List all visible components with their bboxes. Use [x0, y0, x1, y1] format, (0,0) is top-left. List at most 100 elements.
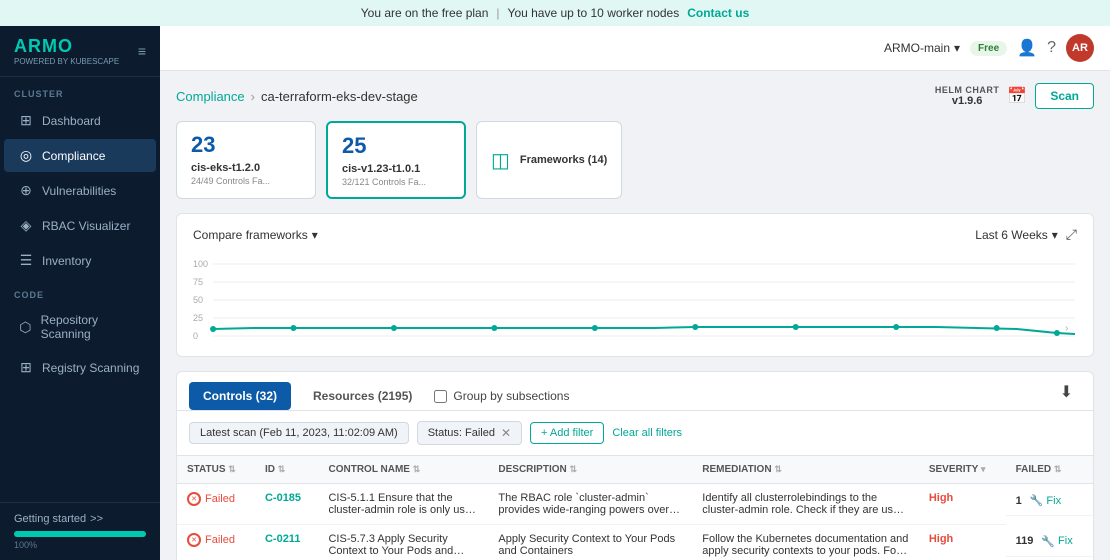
control-name-text: CIS-5.7.3 Apply Security Context to Your…: [328, 533, 478, 557]
content-area: ARMO-main ▾ Free 👤 ? AR Compliance › ca-…: [160, 26, 1110, 560]
sidebar-item-registry-scanning[interactable]: ⊞ Registry Scanning: [4, 351, 156, 384]
scan-area: HELM CHART v1.9.6 📅 Scan: [935, 83, 1094, 109]
tab-controls[interactable]: Controls (32): [189, 382, 291, 410]
sidebar-item-vulnerabilities[interactable]: ⊕ Vulnerabilities: [4, 174, 156, 207]
status-text: Failed: [205, 534, 235, 546]
registry-icon: ⊞: [18, 359, 34, 376]
inventory-icon: ☰: [18, 252, 34, 269]
status-text: Failed: [205, 493, 235, 505]
fw-card-cis-v123[interactable]: 25 cis-v1.23-t1.0.1 32/121 Controls Fa..…: [326, 121, 466, 199]
period-chevron: ▾: [1052, 228, 1058, 242]
top-header: ARMO-main ▾ Free 👤 ? AR: [160, 26, 1110, 71]
sidebar-item-repo-scanning[interactable]: ⬡ Repository Scanning: [4, 305, 156, 349]
severity-badge: High: [929, 492, 953, 504]
sidebar-item-dashboard[interactable]: ⊞ Dashboard: [4, 104, 156, 137]
fix-button[interactable]: 🔧 Fix: [1030, 494, 1061, 507]
table-row: Failed C-0185 CIS-5.1.1 Ensure that the …: [177, 484, 1093, 525]
cluster-selector[interactable]: ARMO-main ▾: [884, 41, 960, 55]
controls-section: Controls (32) Resources (2195) Group by …: [176, 371, 1094, 560]
filter-chip-remove[interactable]: ✕: [501, 426, 511, 440]
page-content: Compliance › ca-terraform-eks-dev-stage …: [160, 71, 1110, 560]
fw-card-cis-eks[interactable]: 23 cis-eks-t1.2.0 24/49 Controls Fa...: [176, 121, 316, 199]
framework-cards: 23 cis-eks-t1.2.0 24/49 Controls Fa... 2…: [176, 121, 1094, 199]
expand-chart-icon[interactable]: ⤢: [1066, 226, 1077, 243]
fw-card-title: cis-eks-t1.2.0: [191, 162, 301, 174]
free-badge: Free: [970, 41, 1007, 56]
group-by-checkbox[interactable]: Group by subsections: [434, 389, 569, 403]
failed-count: 119: [1016, 535, 1034, 547]
svg-text:50: 50: [193, 295, 203, 305]
severity-badge: High: [929, 533, 953, 545]
col-severity: SEVERITY ▾: [919, 456, 1006, 484]
group-by-input[interactable]: [434, 390, 447, 403]
filter-chip-latest-scan: Latest scan (Feb 11, 2023, 11:02:09 AM): [189, 422, 409, 444]
sidebar-item-rbac[interactable]: ◈ RBAC Visualizer: [4, 209, 156, 242]
cell-description: The RBAC role `cluster-admin` provides w…: [488, 484, 692, 525]
compliance-chart: 0 25 50 75 100: [193, 251, 1077, 341]
col-description: DESCRIPTION ⇅: [488, 456, 692, 484]
controls-table: STATUS ⇅ ID ⇅ CONTROL NAME ⇅ DESCRIPTION…: [177, 456, 1093, 560]
sidebar-item-compliance[interactable]: ◎ Compliance: [4, 139, 156, 172]
breadcrumb: Compliance › ca-terraform-eks-dev-stage: [176, 89, 418, 104]
progress-bar-container: [14, 531, 146, 537]
svg-text:75: 75: [193, 277, 203, 287]
description-text: The RBAC role `cluster-admin` provides w…: [498, 492, 682, 516]
add-filter-button[interactable]: + Add filter: [530, 422, 604, 444]
sidebar-item-inventory[interactable]: ☰ Inventory: [4, 244, 156, 277]
filter-chip-label: Latest scan (Feb 11, 2023, 11:02:09 AM): [200, 427, 398, 439]
sidebar: ARMO POWERED BY KUBESCAPE ≡ CLUSTER ⊞ Da…: [0, 26, 160, 560]
sidebar-item-label: Inventory: [42, 254, 91, 268]
helm-info: HELM CHART v1.9.6: [935, 85, 1000, 107]
control-id-link[interactable]: C-0211: [265, 533, 300, 545]
scan-button[interactable]: Scan: [1035, 83, 1094, 109]
breadcrumb-parent[interactable]: Compliance: [176, 89, 245, 104]
dashboard-icon: ⊞: [18, 112, 34, 129]
code-section-label: CODE: [0, 278, 160, 304]
breadcrumb-bar: Compliance › ca-terraform-eks-dev-stage …: [176, 83, 1094, 109]
sidebar-item-label: Registry Scanning: [42, 361, 139, 375]
filter-chip-label: Status: Failed: [428, 427, 495, 439]
user-icon[interactable]: 👤: [1017, 38, 1037, 58]
cell-remediation: Identify all clusterrolebindings to the …: [692, 484, 919, 525]
chart-header: Compare frameworks ▾ Last 6 Weeks ▾ ⤢: [193, 226, 1077, 243]
sidebar-item-label: Repository Scanning: [41, 313, 142, 341]
col-failed: FAILED ⇅: [1006, 456, 1093, 484]
repo-icon: ⬡: [18, 319, 33, 336]
filter-bar: Latest scan (Feb 11, 2023, 11:02:09 AM) …: [177, 411, 1093, 456]
fix-button[interactable]: 🔧 Fix: [1041, 535, 1072, 548]
controls-tabs-left: Controls (32) Resources (2195) Group by …: [189, 382, 569, 410]
fw-card-frameworks[interactable]: ◫ Frameworks (14): [476, 121, 622, 199]
sidebar-logo: ARMO POWERED BY KUBESCAPE ≡: [0, 26, 160, 77]
cluster-name: ARMO-main: [884, 41, 950, 55]
col-remediation: REMEDIATION ⇅: [692, 456, 919, 484]
fix-icon: 🔧: [1041, 535, 1055, 548]
breadcrumb-current: ca-terraform-eks-dev-stage: [261, 89, 418, 104]
control-id-link[interactable]: C-0185: [265, 492, 301, 504]
help-icon[interactable]: ?: [1047, 39, 1056, 57]
col-control-name: CONTROL NAME ⇅: [318, 456, 488, 484]
getting-started-label: Getting started: [14, 513, 86, 525]
plan-text: You are on the free plan: [361, 6, 489, 20]
cell-remediation: Follow the Kubernetes documentation and …: [692, 525, 919, 560]
sidebar-item-label: Vulnerabilities: [42, 184, 116, 198]
chart-period-filter[interactable]: Last 6 Weeks ▾: [975, 228, 1058, 242]
clear-all-filters-link[interactable]: Clear all filters: [612, 427, 682, 439]
compare-frameworks-button[interactable]: Compare frameworks ▾: [193, 228, 318, 242]
calendar-icon[interactable]: 📅: [1007, 86, 1027, 106]
hamburger-icon[interactable]: ≡: [138, 43, 146, 59]
sidebar-bottom: Getting started >> 100%: [0, 502, 160, 560]
cluster-dropdown-icon: ▾: [954, 41, 960, 55]
filter-chip-status: Status: Failed ✕: [417, 421, 522, 445]
download-icon[interactable]: ⬇: [1052, 382, 1081, 410]
cell-id: C-0185: [255, 484, 319, 525]
cell-id: C-0211: [255, 525, 319, 560]
contact-us-link[interactable]: Contact us: [687, 6, 749, 20]
compare-frameworks-chevron: ▾: [312, 228, 318, 242]
cell-control-name: CIS-5.1.1 Ensure that the cluster-admin …: [318, 484, 488, 525]
getting-started-link[interactable]: Getting started >>: [14, 513, 146, 525]
svg-text:100: 100: [193, 259, 208, 269]
status-dot: [187, 533, 201, 547]
cell-status: Failed: [177, 484, 255, 525]
tab-resources[interactable]: Resources (2195): [299, 382, 426, 410]
avatar[interactable]: AR: [1066, 34, 1094, 62]
